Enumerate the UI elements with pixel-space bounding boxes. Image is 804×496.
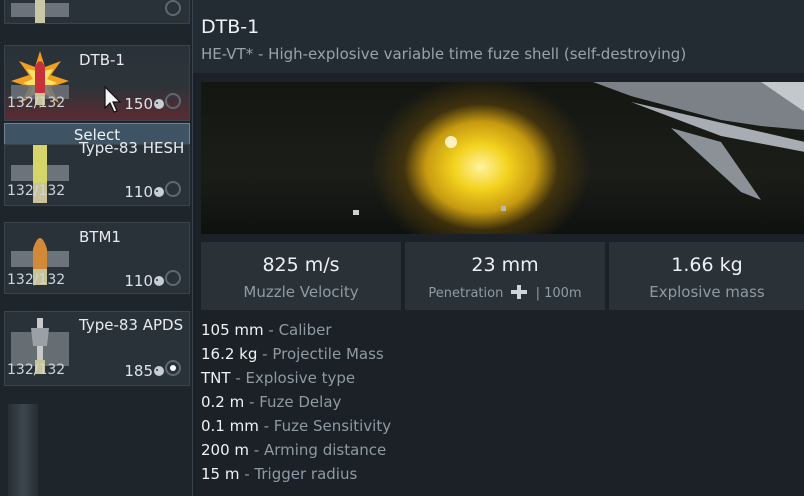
explosion-scene: [353, 82, 804, 215]
shell-count: 132/132: [7, 272, 66, 288]
shell-radio-selected[interactable]: [165, 360, 181, 376]
stat-label: Explosive mass: [649, 283, 765, 301]
stat-penetration: 23 mm Penetration | 100m: [405, 242, 605, 310]
stat-value: 825 m/s: [262, 254, 340, 276]
shell-preview-video: [201, 82, 804, 234]
shell-name: DTB-1: [79, 51, 125, 69]
property-value: 15 m: [201, 465, 240, 483]
property-desc: - Fuze Sensitivity: [258, 417, 392, 435]
shell-price: 185: [124, 362, 153, 380]
lion-icon: [154, 366, 164, 376]
info-header: DTB-1 HE-VT* - High-explosive variable t…: [193, 0, 804, 73]
stat-label: Penetration | 100m: [405, 285, 605, 301]
property-desc: - Projectile Mass: [257, 345, 384, 363]
shell-slot-btm1[interactable]: BTM1 132/132 110: [4, 222, 190, 294]
property-row: 105 mm - Caliber: [201, 318, 391, 342]
shell-title: DTB-1: [201, 16, 260, 38]
shell-radio[interactable]: [165, 93, 181, 109]
shell-subtitle: HE-VT* - High-explosive variable time fu…: [201, 45, 687, 63]
shell-radio[interactable]: [165, 0, 181, 16]
stat-label-suffix: | 100m: [535, 286, 582, 301]
property-row: 0.1 mm - Fuze Sensitivity: [201, 414, 391, 438]
stat-value: 23 mm: [471, 254, 539, 276]
property-desc: - Explosive type: [230, 369, 356, 387]
shell-price: 150: [124, 95, 153, 113]
shell-slot-partial[interactable]: [4, 0, 190, 24]
property-value: 16.2 kg: [201, 345, 258, 363]
penetration-icon: [511, 285, 528, 299]
property-desc: - Fuze Delay: [244, 393, 342, 411]
shell-price: 110: [124, 272, 153, 290]
property-value: 0.1 mm: [201, 417, 259, 435]
property-desc: - Caliber: [263, 321, 332, 339]
property-value: 0.2 m: [201, 393, 245, 411]
shell-name: BTM1: [79, 228, 121, 246]
shell-icon: [11, 0, 69, 23]
stat-explosive-mass: 1.66 kg Explosive mass: [609, 242, 804, 310]
mouse-cursor-icon: [104, 86, 122, 113]
shell-slot-type-83-hesh[interactable]: Type-83 HESH 132/132 110: [4, 139, 190, 206]
lion-icon: [154, 187, 164, 197]
shell-count: 132/132: [7, 95, 66, 111]
property-value: TNT: [201, 369, 231, 387]
shell-name: Type-83 HESH: [79, 139, 185, 157]
stat-label-prefix: Penetration: [428, 286, 504, 301]
shell-name: Type-83 APDS: [79, 316, 184, 334]
shell-price: 110: [124, 183, 153, 201]
property-row: 16.2 kg - Projectile Mass: [201, 342, 391, 366]
shell-count: 132/132: [7, 183, 66, 199]
lion-icon: [154, 99, 164, 109]
property-value: 105 mm: [201, 321, 264, 339]
stat-muzzle-velocity: 825 m/s Muzzle Velocity: [201, 242, 401, 310]
shell-slot-dtb-1[interactable]: DTB-1 132/132 150: [4, 45, 190, 121]
shell-slot-type-83-apds[interactable]: Type-83 APDS 132/132 185: [4, 311, 190, 386]
property-row: 200 m - Arming distance: [201, 438, 391, 462]
property-row: 15 m - Trigger radius: [201, 462, 391, 486]
property-desc: - Trigger radius: [239, 465, 358, 483]
aircraft-icon: [593, 82, 804, 200]
stat-value: 1.66 kg: [671, 254, 743, 276]
decorative-pillar: [8, 404, 38, 496]
property-row: TNT - Explosive type: [201, 366, 391, 390]
stats-row: 825 m/s Muzzle Velocity 23 mm Penetratio…: [201, 242, 804, 310]
property-desc: - Arming distance: [249, 441, 387, 459]
shell-properties: 105 mm - Caliber 16.2 kg - Projectile Ma…: [201, 318, 391, 486]
property-row: 0.2 m - Fuze Delay: [201, 390, 391, 414]
stat-label: Muzzle Velocity: [243, 283, 359, 301]
property-value: 200 m: [201, 441, 250, 459]
lion-icon: [154, 276, 164, 286]
shell-radio[interactable]: [165, 181, 181, 197]
shell-radio[interactable]: [165, 270, 181, 286]
shell-info-panel: DTB-1 HE-VT* - High-explosive variable t…: [192, 0, 804, 496]
shell-count: 132/132: [7, 362, 66, 378]
